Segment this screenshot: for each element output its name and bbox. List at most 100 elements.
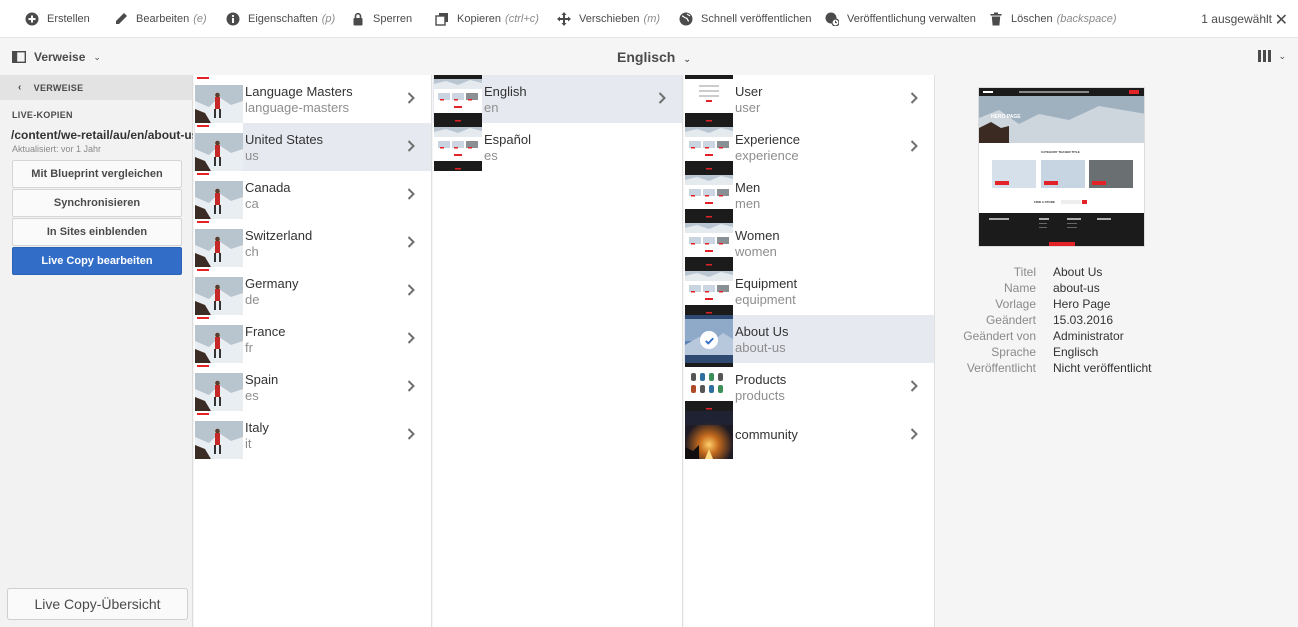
list-item[interactable]: English en — [433, 75, 682, 123]
delete-button[interactable]: Löschen (backspace) — [989, 10, 1117, 28]
list-item[interactable]: Italy it — [194, 411, 431, 459]
item-name: es — [484, 148, 498, 163]
item-title: Equipment — [735, 276, 798, 291]
rail-back-label: VERWEISE — [33, 82, 84, 93]
list-item[interactable]: Germany de — [194, 267, 431, 315]
view-switcher[interactable]: ⌄ — [1258, 50, 1286, 62]
item-title: About Us — [735, 324, 789, 339]
list-item[interactable]: Canada ca — [194, 171, 431, 219]
item-title: Spain — [245, 372, 279, 387]
item-name: experience — [735, 148, 799, 163]
item-title: Men — [735, 180, 761, 195]
detail-pane: HERO PAGE CATEGORY TEASER TITLE FIND A S… — [936, 75, 1298, 627]
item-name: men — [735, 196, 761, 211]
manage-publication-button[interactable]: Veröffentlichung verwalten — [825, 10, 976, 28]
property-key: Geändert von — [963, 329, 1036, 343]
item-title: Women — [735, 228, 780, 243]
lock-label: Sperren — [373, 13, 413, 25]
edit-button[interactable]: Bearbeiten (e) — [114, 10, 207, 28]
properties-button[interactable]: Eigenschaften (p) — [226, 10, 335, 28]
move-icon — [557, 12, 571, 26]
selection-count: 1 ausgewählt — [1201, 12, 1272, 26]
page-thumbnail — [434, 75, 482, 123]
chevron-right-icon — [407, 236, 415, 248]
move-shortcut: (m) — [643, 13, 661, 25]
chevron-right-icon — [910, 140, 918, 152]
list-item[interactable]: Women women — [684, 219, 934, 267]
move-button[interactable]: Verschieben (m) — [557, 10, 660, 28]
list-item[interactable]: Español es — [433, 123, 682, 171]
page-thumbnail — [195, 75, 243, 123]
item-name: about-us — [735, 340, 786, 355]
action-bar: Erstellen Bearbeiten (e) Eigenschaften (p)… — [0, 0, 1298, 38]
globe-clock-icon — [825, 12, 839, 26]
page-thumbnail — [195, 123, 243, 171]
item-name: it — [245, 436, 252, 451]
list-item[interactable]: About Us about-us — [684, 315, 934, 363]
edit-shortcut: (e) — [193, 13, 207, 25]
list-item[interactable]: Spain es — [194, 363, 431, 411]
page-thumbnail — [685, 267, 733, 315]
rail-toggle-icon — [12, 51, 26, 64]
item-name: ca — [245, 196, 259, 211]
show-in-sites-button[interactable]: In Sites einblenden — [12, 218, 182, 246]
item-name: us — [245, 148, 259, 163]
header-bar: Verweise ⌄ Englisch ⌄ ⌄ — [0, 38, 1298, 75]
item-name: women — [735, 244, 777, 259]
chevron-right-icon — [407, 140, 415, 152]
item-title: Products — [735, 372, 787, 387]
property-row: Name about-us — [936, 280, 1298, 296]
page-thumbnail — [685, 171, 733, 219]
list-item[interactable]: France fr — [194, 315, 431, 363]
page-thumbnail — [195, 363, 243, 411]
property-value: Englisch — [1053, 345, 1099, 359]
create-button[interactable]: Erstellen — [25, 10, 90, 28]
preview-store-text: FIND A STORE — [1034, 200, 1055, 204]
list-item[interactable]: United States us — [194, 123, 431, 171]
edit-live-copy-button[interactable]: Live Copy bearbeiten — [12, 247, 182, 275]
synchronize-button[interactable]: Synchronisieren — [12, 189, 182, 217]
chevron-right-icon — [407, 188, 415, 200]
live-copy-updated: Aktualisiert: vor 1 Jahr — [12, 144, 102, 154]
title-selector[interactable]: Englisch ⌄ — [617, 49, 691, 65]
chevron-down-icon: ⌄ — [683, 54, 691, 64]
item-title: Español — [484, 132, 531, 147]
list-item[interactable]: community — [684, 411, 934, 459]
rail-selector[interactable]: Verweise ⌄ — [12, 50, 101, 64]
page-title: Englisch — [617, 49, 676, 65]
copy-button[interactable]: Kopieren (ctrl+c) — [435, 10, 539, 28]
live-copy-overview-button[interactable]: Live Copy-Übersicht — [7, 588, 188, 620]
trash-icon — [990, 12, 1002, 26]
checkmark-icon — [700, 331, 718, 349]
list-item[interactable]: Men men — [684, 171, 934, 219]
item-title: Switzerland — [245, 228, 313, 243]
rail-back-button[interactable]: ‹ VERWEISE — [0, 75, 192, 100]
column-sites: Language Masters language-masters United … — [194, 75, 432, 627]
quick-publish-button[interactable]: Schnell veröffentlichen — [679, 10, 811, 28]
item-title: community — [735, 427, 798, 442]
quick-publish-label: Schnell veröffentlichen — [701, 13, 812, 25]
page-thumbnail — [195, 219, 243, 267]
copy-icon — [435, 13, 448, 26]
property-value: Administrator — [1053, 329, 1124, 343]
list-item[interactable]: Products products — [684, 363, 934, 411]
lock-button[interactable]: Sperren — [351, 10, 412, 28]
property-row: Titel About Us — [936, 264, 1298, 280]
item-name: equipment — [735, 292, 796, 307]
list-item[interactable]: Experience experience — [684, 123, 934, 171]
copy-label: Kopieren — [457, 13, 502, 25]
list-item[interactable]: Language Masters language-masters — [194, 75, 431, 123]
item-title: English — [484, 84, 527, 99]
page-thumbnail — [195, 267, 243, 315]
compare-blueprint-button[interactable]: Mit Blueprint vergleichen — [12, 160, 182, 188]
pencil-icon — [116, 13, 127, 24]
page-thumbnail — [685, 411, 733, 459]
list-item[interactable]: User user — [684, 75, 934, 123]
list-item[interactable]: Equipment equipment — [684, 267, 934, 315]
list-item[interactable]: Switzerland ch — [194, 219, 431, 267]
property-key: Titel — [1013, 265, 1036, 279]
close-selection-icon[interactable]: ✕ — [1275, 10, 1288, 30]
chevron-right-icon — [910, 428, 918, 440]
page-properties: Titel About Us Name about-us Vorlage Hero P… — [936, 264, 1298, 376]
edit-label: Bearbeiten — [136, 13, 190, 25]
